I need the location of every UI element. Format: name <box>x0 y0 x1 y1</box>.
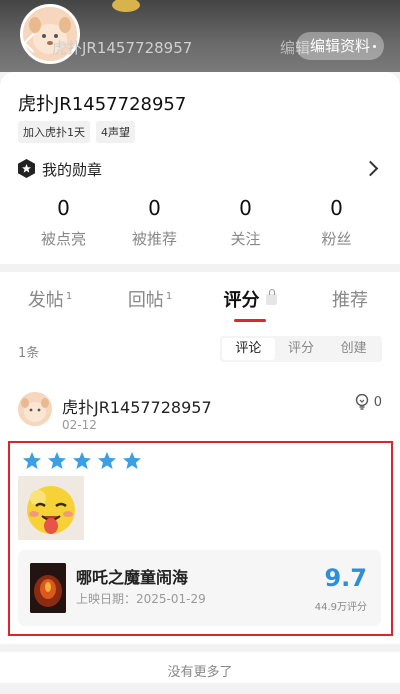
lightbulb-icon <box>355 394 368 410</box>
tab-label: 评分 <box>223 290 260 311</box>
join-days-tag: 加入虎扑1天 <box>18 121 90 143</box>
comment-username[interactable]: 虎扑JR1457728957 <box>62 394 212 418</box>
chevron-right-icon <box>362 160 379 177</box>
emoji-sticker-image[interactable] <box>18 476 84 540</box>
reputation-tag: 4声望 <box>96 121 135 143</box>
stat-followers[interactable]: 0 粉丝 <box>291 196 382 249</box>
tab-bar: 发帖 1 回帖 1 评分 推荐 <box>0 286 400 326</box>
no-more-footer: 没有更多了 <box>0 652 400 683</box>
like-count: 0 <box>373 394 382 410</box>
tab-replies[interactable]: 回帖 1 <box>100 286 200 326</box>
item-count: 1条 <box>18 346 40 361</box>
profile-card: 虎扑JR1457728957 加入虎扑1天 4声望 我的勋章 0 被点亮 0 被… <box>0 72 400 264</box>
header-decoration <box>112 0 140 12</box>
stat-liked[interactable]: 0 被点亮 <box>18 196 109 249</box>
tab-posts[interactable]: 发帖 1 <box>0 286 100 326</box>
filter-comments[interactable]: 评论 <box>222 338 275 360</box>
stat-value: 0 <box>57 196 70 220</box>
star-icon <box>23 452 41 469</box>
content-card: 发帖 1 回帖 1 评分 推荐 1条 评论 评分 创建 虎扑JR1457728957… <box>0 272 400 644</box>
movie-release-date: 上映日期：2025-01-29 <box>76 592 206 606</box>
stat-value: 0 <box>148 196 161 220</box>
stat-label: 粉丝 <box>321 230 352 248</box>
profile-tags: 加入虎扑1天 4声望 <box>18 121 135 143</box>
edit-profile-button[interactable]: 编辑资料 <box>296 32 384 60</box>
stat-value: 0 <box>330 196 343 220</box>
movie-poster-image <box>30 563 66 613</box>
filter-segment: 评论 评分 创建 <box>220 336 382 362</box>
stat-value: 0 <box>239 196 252 220</box>
stat-label: 被点亮 <box>40 230 86 248</box>
star-icon <box>123 452 141 469</box>
tab-count: 1 <box>165 291 173 302</box>
movie-score: 9.7 <box>324 564 367 592</box>
stats-row: 0 被点亮 0 被推荐 0 关注 0 粉丝 <box>18 196 382 249</box>
tab-label: 发帖 <box>27 290 64 311</box>
star-icon <box>73 452 91 469</box>
stat-recommended[interactable]: 0 被推荐 <box>109 196 200 249</box>
tab-label: 回帖 <box>127 290 164 311</box>
movie-title: 哪吒之魔童闹海 <box>76 568 189 587</box>
star-icon <box>48 452 66 469</box>
my-badges-row[interactable]: 我的勋章 <box>18 158 384 180</box>
active-tab-indicator <box>234 319 266 322</box>
header-username: 虎扑JR1457728957 <box>52 39 193 57</box>
rating-content: 哪吒之魔童闹海 上映日期：2025-01-29 9.7 44.9万评分 <box>8 441 393 636</box>
avatar[interactable] <box>18 392 52 426</box>
movie-card[interactable]: 哪吒之魔童闹海 上映日期：2025-01-29 9.7 44.9万评分 <box>18 550 381 626</box>
filter-ratings[interactable]: 评分 <box>275 338 328 360</box>
username: 虎扑JR1457728957 <box>18 94 187 115</box>
star-icon <box>98 452 116 469</box>
comment-date: 02-12 <box>62 418 97 432</box>
badge-icon <box>18 159 35 178</box>
tab-recommend[interactable]: 推荐 <box>300 286 400 326</box>
filter-created[interactable]: 创建 <box>327 338 380 360</box>
stat-following[interactable]: 0 关注 <box>200 196 291 249</box>
tab-label: 推荐 <box>332 290 368 311</box>
tab-count: 1 <box>65 291 73 302</box>
my-badges-label: 我的勋章 <box>42 161 103 179</box>
like-button[interactable]: 0 <box>355 394 382 410</box>
profile-header: 虎扑JR1457728957 编辑 编辑资料 <box>0 0 400 72</box>
star-rating <box>22 451 142 471</box>
lock-icon <box>265 289 277 305</box>
stat-label: 关注 <box>230 230 261 248</box>
stat-label: 被推荐 <box>131 230 177 248</box>
movie-vote-count: 44.9万评分 <box>314 602 367 613</box>
